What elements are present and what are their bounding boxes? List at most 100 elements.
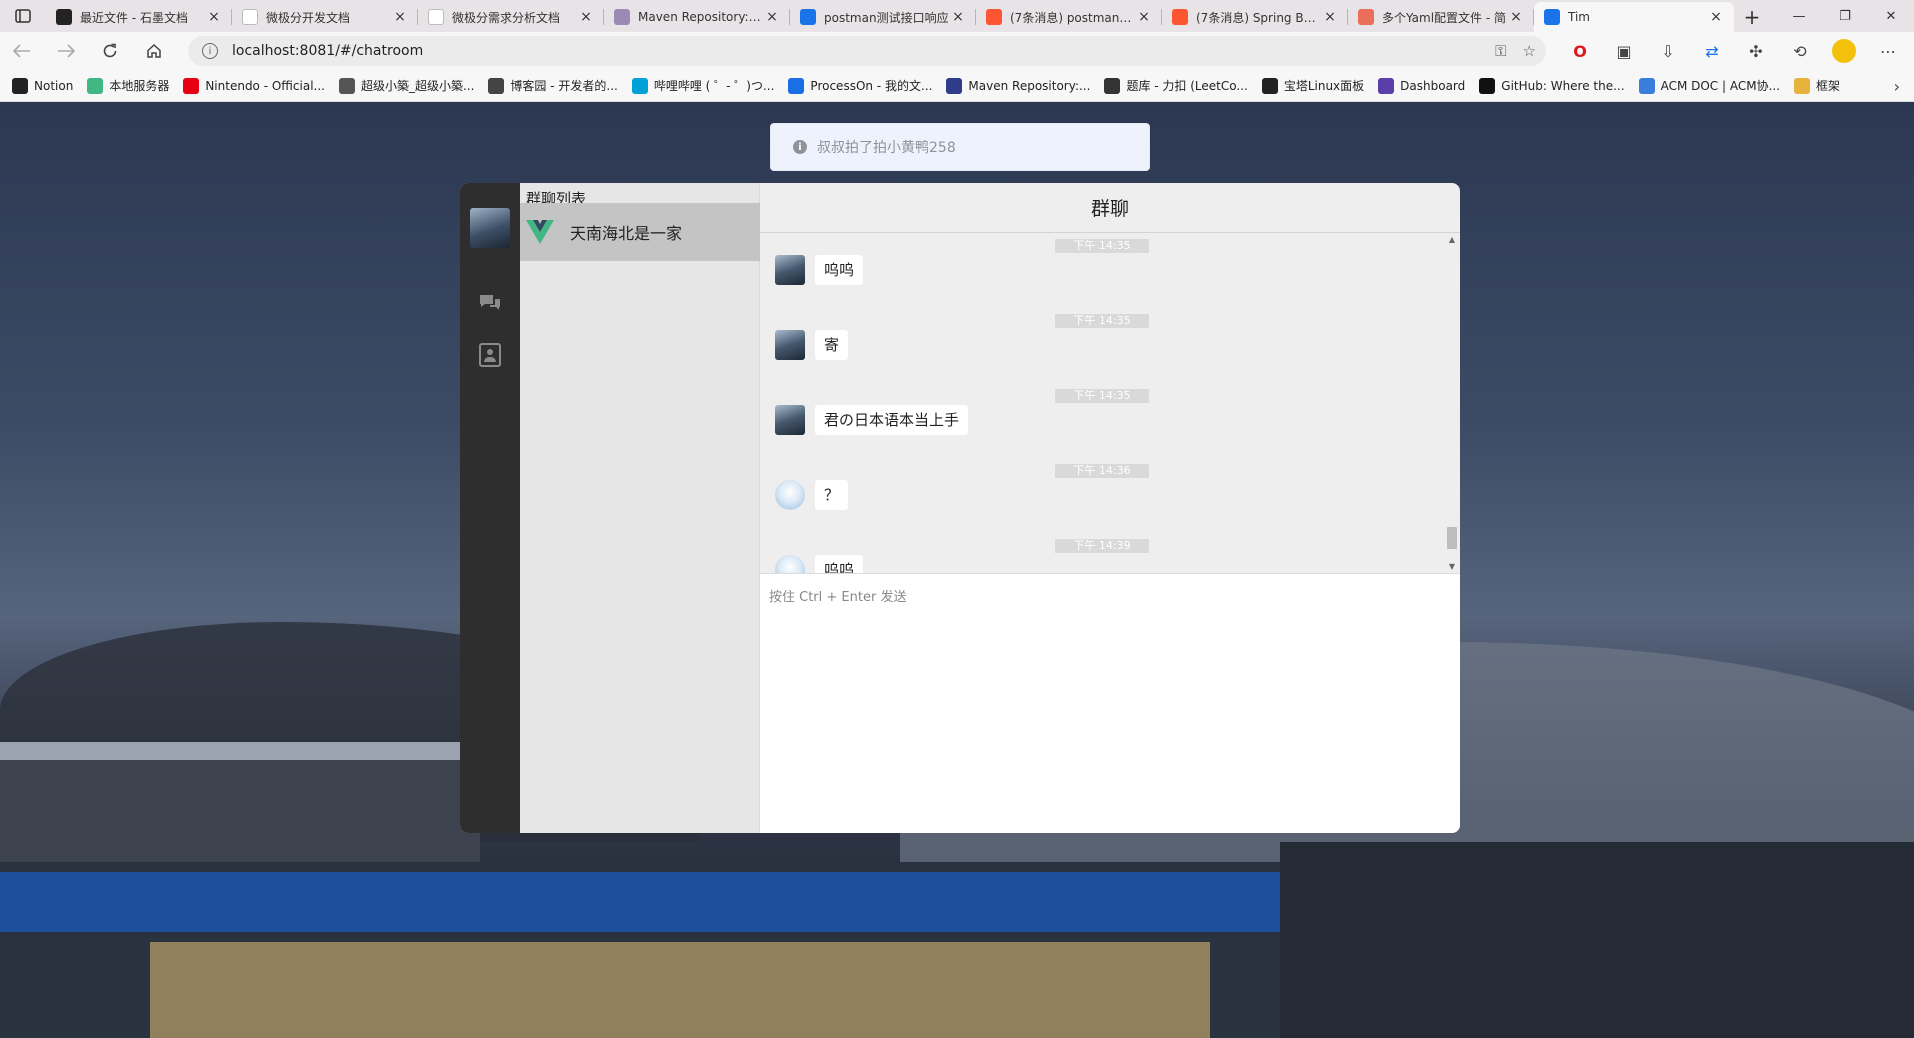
close-window-button[interactable]: ✕: [1868, 0, 1914, 32]
bookmark-item[interactable]: Maven Repository:...: [946, 77, 1091, 94]
address-url[interactable]: localhost:8081/#/chatroom: [232, 43, 423, 59]
contacts-icon[interactable]: [479, 343, 501, 367]
browser-tab[interactable]: (7条消息) Spring Boot ×: [1162, 2, 1348, 32]
background-house: [0, 742, 480, 862]
bookmark-item[interactable]: 题库 - 力扣 (LeetCo...: [1104, 77, 1248, 94]
bilibili-icon: [631, 77, 648, 94]
history-icon[interactable]: ⟲: [1778, 42, 1822, 61]
tab-title: 微极分开发文档: [266, 10, 351, 25]
tab-close-icon[interactable]: ×: [1136, 9, 1152, 25]
csdn-icon: [1172, 9, 1188, 25]
home-icon: [147, 43, 161, 58]
user-avatar[interactable]: [470, 208, 510, 248]
scroll-up-arrow-icon[interactable]: ▲: [1448, 235, 1456, 244]
message-bubble[interactable]: 寄: [815, 330, 849, 360]
download-extension-icon[interactable]: ⇩: [1646, 42, 1690, 61]
background-right-building: [1280, 842, 1914, 1038]
scroll-down-arrow-icon[interactable]: ▼: [1448, 562, 1456, 571]
bookmark-item[interactable]: Nintendo - Official...: [183, 77, 325, 94]
profile-avatar[interactable]: [1822, 39, 1866, 63]
key-icon[interactable]: ⚿: [1495, 42, 1506, 60]
bookmark-label: Notion: [34, 78, 74, 93]
tab-close-icon[interactable]: ×: [1708, 9, 1724, 25]
site-info-icon[interactable]: i: [202, 43, 218, 59]
bookmark-item[interactable]: 超级小築_超级小築...: [338, 77, 475, 94]
opera-extension-icon[interactable]: O: [1558, 42, 1602, 61]
tab-actions-button[interactable]: [0, 0, 46, 32]
doc-icon: [428, 9, 444, 25]
message-row: 君の日本语本当上手: [775, 405, 969, 435]
restore-button[interactable]: ❐: [1822, 0, 1868, 32]
tab-close-icon[interactable]: ×: [1508, 9, 1524, 25]
minimize-button[interactable]: —: [1776, 0, 1822, 32]
tab-close-icon[interactable]: ×: [950, 9, 966, 25]
browser-toolbar: i localhost:8081/#/chatroom ⚿ ☆ O ▣ ⇩ ⇄ …: [0, 32, 1914, 70]
bookmark-label: 框架: [1816, 79, 1841, 93]
browser-tab[interactable]: Tim ×: [1534, 2, 1734, 32]
tab-close-icon[interactable]: ×: [578, 9, 594, 25]
favorite-star-icon[interactable]: ☆: [1523, 42, 1536, 60]
bookmark-item[interactable]: 博客园 - 开发者的...: [488, 77, 618, 94]
chat-bubbles-icon[interactable]: [478, 293, 502, 313]
translate-extension-icon[interactable]: ▣: [1602, 42, 1646, 61]
tab-title: postman测试接口响应: [824, 10, 949, 25]
cnblogs-icon: [488, 77, 505, 94]
message-list[interactable]: 下午 14:35 呜呜 下午 14:35 寄下午 14:35 君の日本语本当上手 下午 1…: [760, 233, 1460, 585]
tab-close-icon[interactable]: ×: [392, 9, 408, 25]
message-bubble[interactable]: ？: [815, 480, 849, 510]
more-menu-icon[interactable]: ⋯: [1866, 42, 1910, 61]
bookmarks-bar: Notion 本地服务器 Nintendo - Official... 超级小築_超级…: [0, 70, 1914, 102]
group-list-item[interactable]: 天南海北是一家: [520, 203, 760, 261]
message-timestamp: 下午 14:36: [1055, 464, 1149, 478]
tab-close-icon[interactable]: ×: [206, 9, 222, 25]
browser-tab[interactable]: Maven Repository: org ×: [604, 2, 790, 32]
bookmark-item[interactable]: ACM DOC | ACM协...: [1638, 77, 1781, 94]
duck-avatar[interactable]: [775, 480, 805, 510]
message-timestamp: 下午 14:35: [1055, 239, 1149, 253]
bookmark-item[interactable]: ProcessOn - 我的文...: [788, 77, 932, 94]
forward-button[interactable]: [44, 32, 88, 70]
browser-tab[interactable]: 最近文件 - 石墨文档 ×: [46, 2, 232, 32]
message-row: ？: [775, 480, 849, 510]
bookmark-label: Maven Repository:...: [968, 78, 1091, 93]
acm-icon: [1638, 77, 1655, 94]
browser-tab[interactable]: 多个Yaml配置文件 - 简 ×: [1348, 2, 1534, 32]
bookmark-item[interactable]: 宝塔Linux面板: [1261, 77, 1364, 94]
message-scrollbar[interactable]: ▲ ▼: [1446, 235, 1458, 571]
home-button[interactable]: [132, 32, 176, 70]
browser-tab[interactable]: 微极分开发文档 ×: [232, 2, 418, 32]
notification-text: 叔叔拍了拍小黄鸭258: [817, 140, 956, 156]
refresh-button[interactable]: [88, 32, 132, 70]
bookmark-label: ACM DOC | ACM协...: [1660, 79, 1781, 93]
sync-extension-icon[interactable]: ⇄: [1690, 42, 1734, 61]
scroll-thumb[interactable]: [1447, 527, 1457, 549]
bookmark-item[interactable]: Notion: [12, 77, 74, 94]
browser-tab[interactable]: 微极分需求分析文档 ×: [418, 2, 604, 32]
bookmark-item[interactable]: 本地服务器: [87, 77, 169, 94]
message-timestamp: 下午 14:39: [1055, 539, 1149, 553]
new-tab-button[interactable]: +: [1734, 2, 1770, 32]
extensions-puzzle-icon[interactable]: ✣: [1734, 42, 1778, 61]
message-input[interactable]: [760, 574, 1460, 833]
user-avatar[interactable]: [775, 330, 805, 360]
group-list-panel: 群聊列表 天南海北是一家: [520, 183, 760, 833]
bookmark-item[interactable]: 框架: [1794, 77, 1840, 94]
tab-close-icon[interactable]: ×: [1322, 9, 1338, 25]
bookmarks-overflow-chevron-icon[interactable]: ›: [1894, 77, 1900, 96]
address-bar[interactable]: i localhost:8081/#/chatroom ⚿ ☆: [188, 36, 1546, 66]
bookmark-item[interactable]: Dashboard: [1378, 77, 1465, 94]
bookmark-label: 本地服务器: [109, 79, 170, 93]
browser-tab[interactable]: (7条消息) postman返回 ×: [976, 2, 1162, 32]
message-bubble[interactable]: 君の日本语本当上手: [815, 405, 969, 435]
browser-tab[interactable]: postman测试接口响应 ×: [790, 2, 976, 32]
forward-arrow-icon: [58, 44, 75, 58]
bookmark-item[interactable]: GitHub: Where the...: [1479, 77, 1625, 94]
user-avatar[interactable]: [775, 255, 805, 285]
back-button[interactable]: [0, 32, 44, 70]
message-bubble[interactable]: 呜呜: [815, 255, 864, 285]
bookmark-item[interactable]: 哔哩哔哩 ( ゜- ゜)つ...: [631, 77, 774, 94]
bookmark-label: 超级小築_超级小築...: [360, 79, 475, 93]
refresh-icon: [103, 43, 117, 58]
user-avatar[interactable]: [775, 405, 805, 435]
tab-close-icon[interactable]: ×: [764, 9, 780, 25]
